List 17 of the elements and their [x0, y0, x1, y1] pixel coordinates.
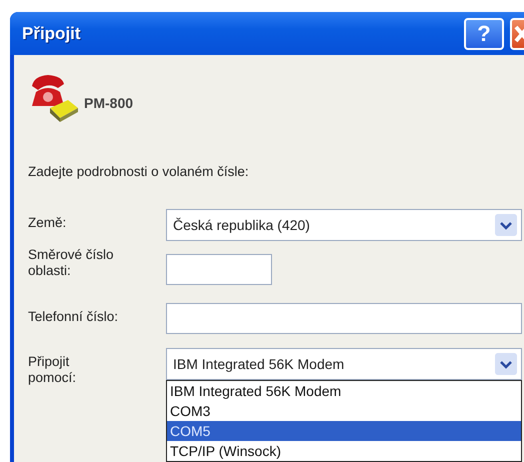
instruction-text: Zadejte podrobnosti o volaném čísle: — [28, 163, 250, 181]
help-button[interactable]: ? — [464, 18, 504, 50]
device-name: PM-800 — [84, 94, 134, 113]
field-label: Telefonní číslo: — [28, 309, 118, 325]
close-button[interactable] — [510, 18, 524, 50]
text-field[interactable] — [166, 303, 522, 334]
dropdown-field[interactable]: IBM Integrated 56K Modem — [166, 348, 522, 380]
field-label: Země: — [28, 215, 66, 231]
dropdown-option[interactable]: COM3 — [167, 401, 521, 422]
text-field[interactable] — [166, 254, 272, 286]
field-label: Připojit pomocí: — [28, 354, 78, 386]
field-label: Směrové číslo oblasti: — [28, 247, 115, 278]
dropdown-field[interactable]: Česká republika (420) — [166, 209, 522, 242]
dropdown-option[interactable]: TCP/IP (Winsock) — [167, 441, 521, 462]
dropdown-option[interactable]: IBM Integrated 56K Modem — [167, 381, 521, 402]
window-title: Připojit — [22, 22, 82, 45]
dropdown-option[interactable]: COM5 — [167, 421, 521, 442]
